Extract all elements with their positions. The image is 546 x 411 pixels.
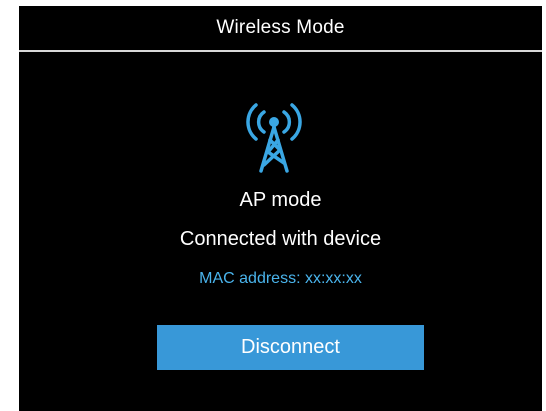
mode-label: AP mode: [239, 189, 322, 211]
antenna-tower-icon-graphic: [246, 103, 302, 173]
antenna-tower-icon: [224, 95, 324, 195]
page-title: Wireless Mode: [216, 17, 345, 38]
mac-address: MAC address: xx:xx:xx: [199, 270, 362, 287]
connection-status: Connected with device: [179, 228, 382, 250]
wireless-mode-screen: Wireless Mode AP mode Connected with dev…: [19, 6, 542, 411]
header-bar: Wireless Mode: [19, 6, 542, 52]
disconnect-button[interactable]: Disconnect: [157, 325, 424, 370]
